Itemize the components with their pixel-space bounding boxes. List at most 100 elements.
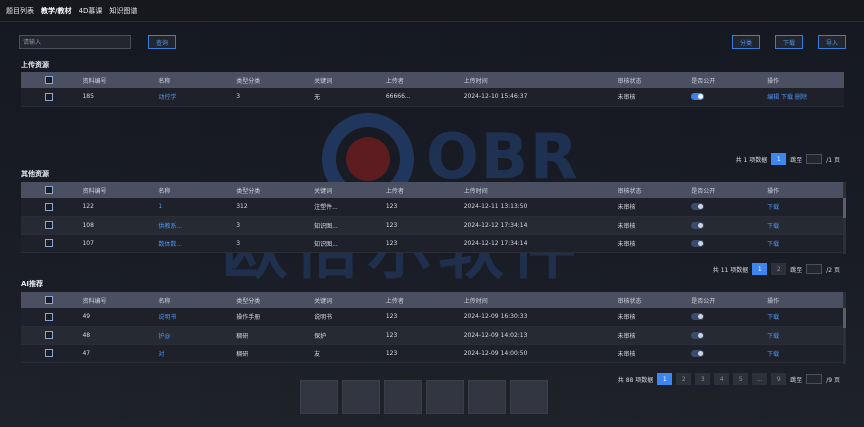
- keyword-cell: 说明书: [314, 308, 386, 327]
- table-row[interactable]: 48 护@ 稠研 保护 123 2024-12-09 14:02:13 未审核 下载: [21, 326, 844, 345]
- row-checkbox[interactable]: [45, 202, 53, 211]
- op-download-link[interactable]: 下载: [781, 94, 793, 101]
- op-download-link[interactable]: 下载: [767, 223, 779, 230]
- resource-name-link[interactable]: 数体数...: [158, 241, 182, 248]
- tab-question-list[interactable]: 题目列表: [6, 6, 34, 16]
- op-download-link[interactable]: 下载: [767, 204, 779, 211]
- dock-item: [384, 380, 422, 414]
- resource-name-link[interactable]: 护@: [158, 333, 170, 340]
- row-checkbox[interactable]: [45, 239, 53, 247]
- op-download-link[interactable]: 下载: [767, 351, 779, 358]
- column-header: 上传者: [385, 292, 464, 308]
- pager-goto-input[interactable]: [806, 264, 823, 274]
- resource-name-link[interactable]: 说明书: [158, 314, 176, 321]
- ops-cell: 下载: [767, 344, 844, 363]
- public-toggle[interactable]: [691, 331, 705, 339]
- column-header: 上传时间: [463, 182, 618, 198]
- keyword-cell: 保护: [314, 326, 386, 345]
- ai-scrollbar[interactable]: [843, 292, 846, 364]
- resource-name-link[interactable]: 供教系...: [158, 223, 182, 230]
- op-delete-link[interactable]: 删除: [795, 94, 807, 101]
- op-download-link[interactable]: 下载: [767, 333, 779, 340]
- dock-item: [468, 380, 506, 414]
- row-checkbox-cell: [21, 308, 83, 327]
- resource-name-link[interactable]: 1: [158, 203, 162, 210]
- op-download-link[interactable]: 下载: [767, 314, 779, 321]
- table-row[interactable]: 49 说明书 操作手册 说明书 123 2024-12-09 16:30:33 未审核 下载: [21, 308, 844, 327]
- select-all-checkbox[interactable]: [45, 76, 53, 84]
- column-header: 上传时间: [463, 72, 618, 88]
- page-button[interactable]: 4: [714, 373, 730, 385]
- table-row[interactable]: 122 1 312 注塑件... 123 2024-12-11 13:13:50 未审核 下载: [21, 198, 844, 217]
- status-cell: 未审核: [617, 198, 692, 217]
- public-toggle[interactable]: [691, 349, 705, 357]
- table-body: 122 1 312 注塑件... 123 2024-12-11 13:13:50 未审核 下载…: [21, 198, 844, 253]
- tab-knowledge-graph[interactable]: 知识图谱: [109, 6, 137, 16]
- page-button[interactable]: 1: [752, 263, 768, 275]
- op-edit-link[interactable]: 编辑: [767, 94, 779, 101]
- pager-goto-label: 跳至: [790, 156, 803, 164]
- row-checkbox[interactable]: [45, 92, 53, 101]
- column-header: 资料编号: [82, 292, 159, 308]
- time-cell: 2024-12-10 15:46:37: [463, 88, 618, 107]
- category-button[interactable]: 分类: [732, 35, 760, 49]
- public-cell: [691, 326, 768, 345]
- resource-name-link[interactable]: 对: [158, 351, 164, 358]
- search-input[interactable]: [19, 35, 131, 49]
- page-button[interactable]: 9: [771, 373, 787, 385]
- ai-pager: 共 88 项数据 1 2 3 4 5... 9 跳至/9 页: [618, 373, 840, 385]
- row-checkbox[interactable]: [45, 312, 53, 321]
- select-all-checkbox[interactable]: [45, 186, 53, 194]
- table-row[interactable]: 185 动控学 3 无 66666... 2024-12-10 15:46:37 未审核 编辑…: [21, 88, 844, 107]
- public-toggle[interactable]: [691, 93, 705, 101]
- column-header: 操作: [767, 182, 844, 198]
- id-cell: 107: [82, 234, 159, 253]
- row-checkbox[interactable]: [45, 349, 53, 357]
- pager-goto-label: 跳至: [790, 266, 803, 274]
- tab-teaching-materials[interactable]: 教学/教材: [41, 6, 72, 16]
- page-button[interactable]: 3: [695, 373, 711, 385]
- other-scrollbar[interactable]: [843, 182, 846, 254]
- upload-section-title: 上传资源: [21, 61, 49, 69]
- ai-scrollbar-thumb[interactable]: [843, 308, 846, 328]
- row-checkbox[interactable]: [45, 331, 53, 339]
- row-checkbox[interactable]: [45, 221, 53, 229]
- query-button[interactable]: 查询: [148, 35, 177, 49]
- download-button[interactable]: 下载: [775, 35, 803, 49]
- table-row[interactable]: 47 对 稠研友 123 2024-12-09 14:00:50 未审核 下载: [21, 344, 844, 363]
- status-cell: 未审核: [617, 308, 692, 327]
- pager-goto-input[interactable]: [806, 154, 823, 164]
- page-button[interactable]: 1: [771, 153, 787, 165]
- import-button[interactable]: 导入: [818, 35, 846, 49]
- resource-name-link[interactable]: 动控学: [158, 94, 176, 101]
- ai-section-title: AI推荐: [21, 280, 44, 288]
- pager-goto-input[interactable]: [806, 374, 823, 384]
- tab-4d-mooc[interactable]: 4D慕课: [79, 6, 103, 16]
- uploader-cell: 123: [385, 308, 464, 327]
- name-cell: 数体数...: [158, 234, 237, 253]
- public-toggle[interactable]: [691, 221, 705, 229]
- table-row[interactable]: 108 供教系... 3 知识图... 123 2024-12-12 17:34:14 未审…: [21, 216, 844, 235]
- dock-item: [300, 380, 338, 414]
- column-header: 是否公开: [691, 72, 768, 88]
- public-toggle[interactable]: [691, 239, 705, 247]
- public-toggle[interactable]: [691, 313, 705, 321]
- column-header: 关键词: [314, 182, 386, 198]
- page-button[interactable]: 1: [657, 373, 673, 385]
- select-all-checkbox[interactable]: [45, 296, 53, 304]
- keyword-cell: 无: [314, 88, 386, 107]
- name-cell: 对: [158, 344, 237, 363]
- page-button[interactable]: 2: [771, 263, 787, 275]
- uploader-cell: 123: [385, 234, 464, 253]
- public-toggle[interactable]: [691, 203, 705, 211]
- other-scrollbar-thumb[interactable]: [843, 198, 846, 218]
- name-cell: 供教系...: [158, 216, 237, 235]
- page-button[interactable]: 2: [676, 373, 692, 385]
- page-button[interactable]: 5: [733, 373, 749, 385]
- status-cell: 未审核: [617, 216, 692, 235]
- table-row[interactable]: 107 数体数... 3 知识图... 123 2024-12-12 17:34:14 未审…: [21, 234, 844, 253]
- name-cell: 动控学: [158, 88, 237, 107]
- page-button[interactable]: ...: [752, 373, 768, 385]
- op-download-link[interactable]: 下载: [767, 241, 779, 248]
- ops-cell: 下载: [767, 308, 844, 327]
